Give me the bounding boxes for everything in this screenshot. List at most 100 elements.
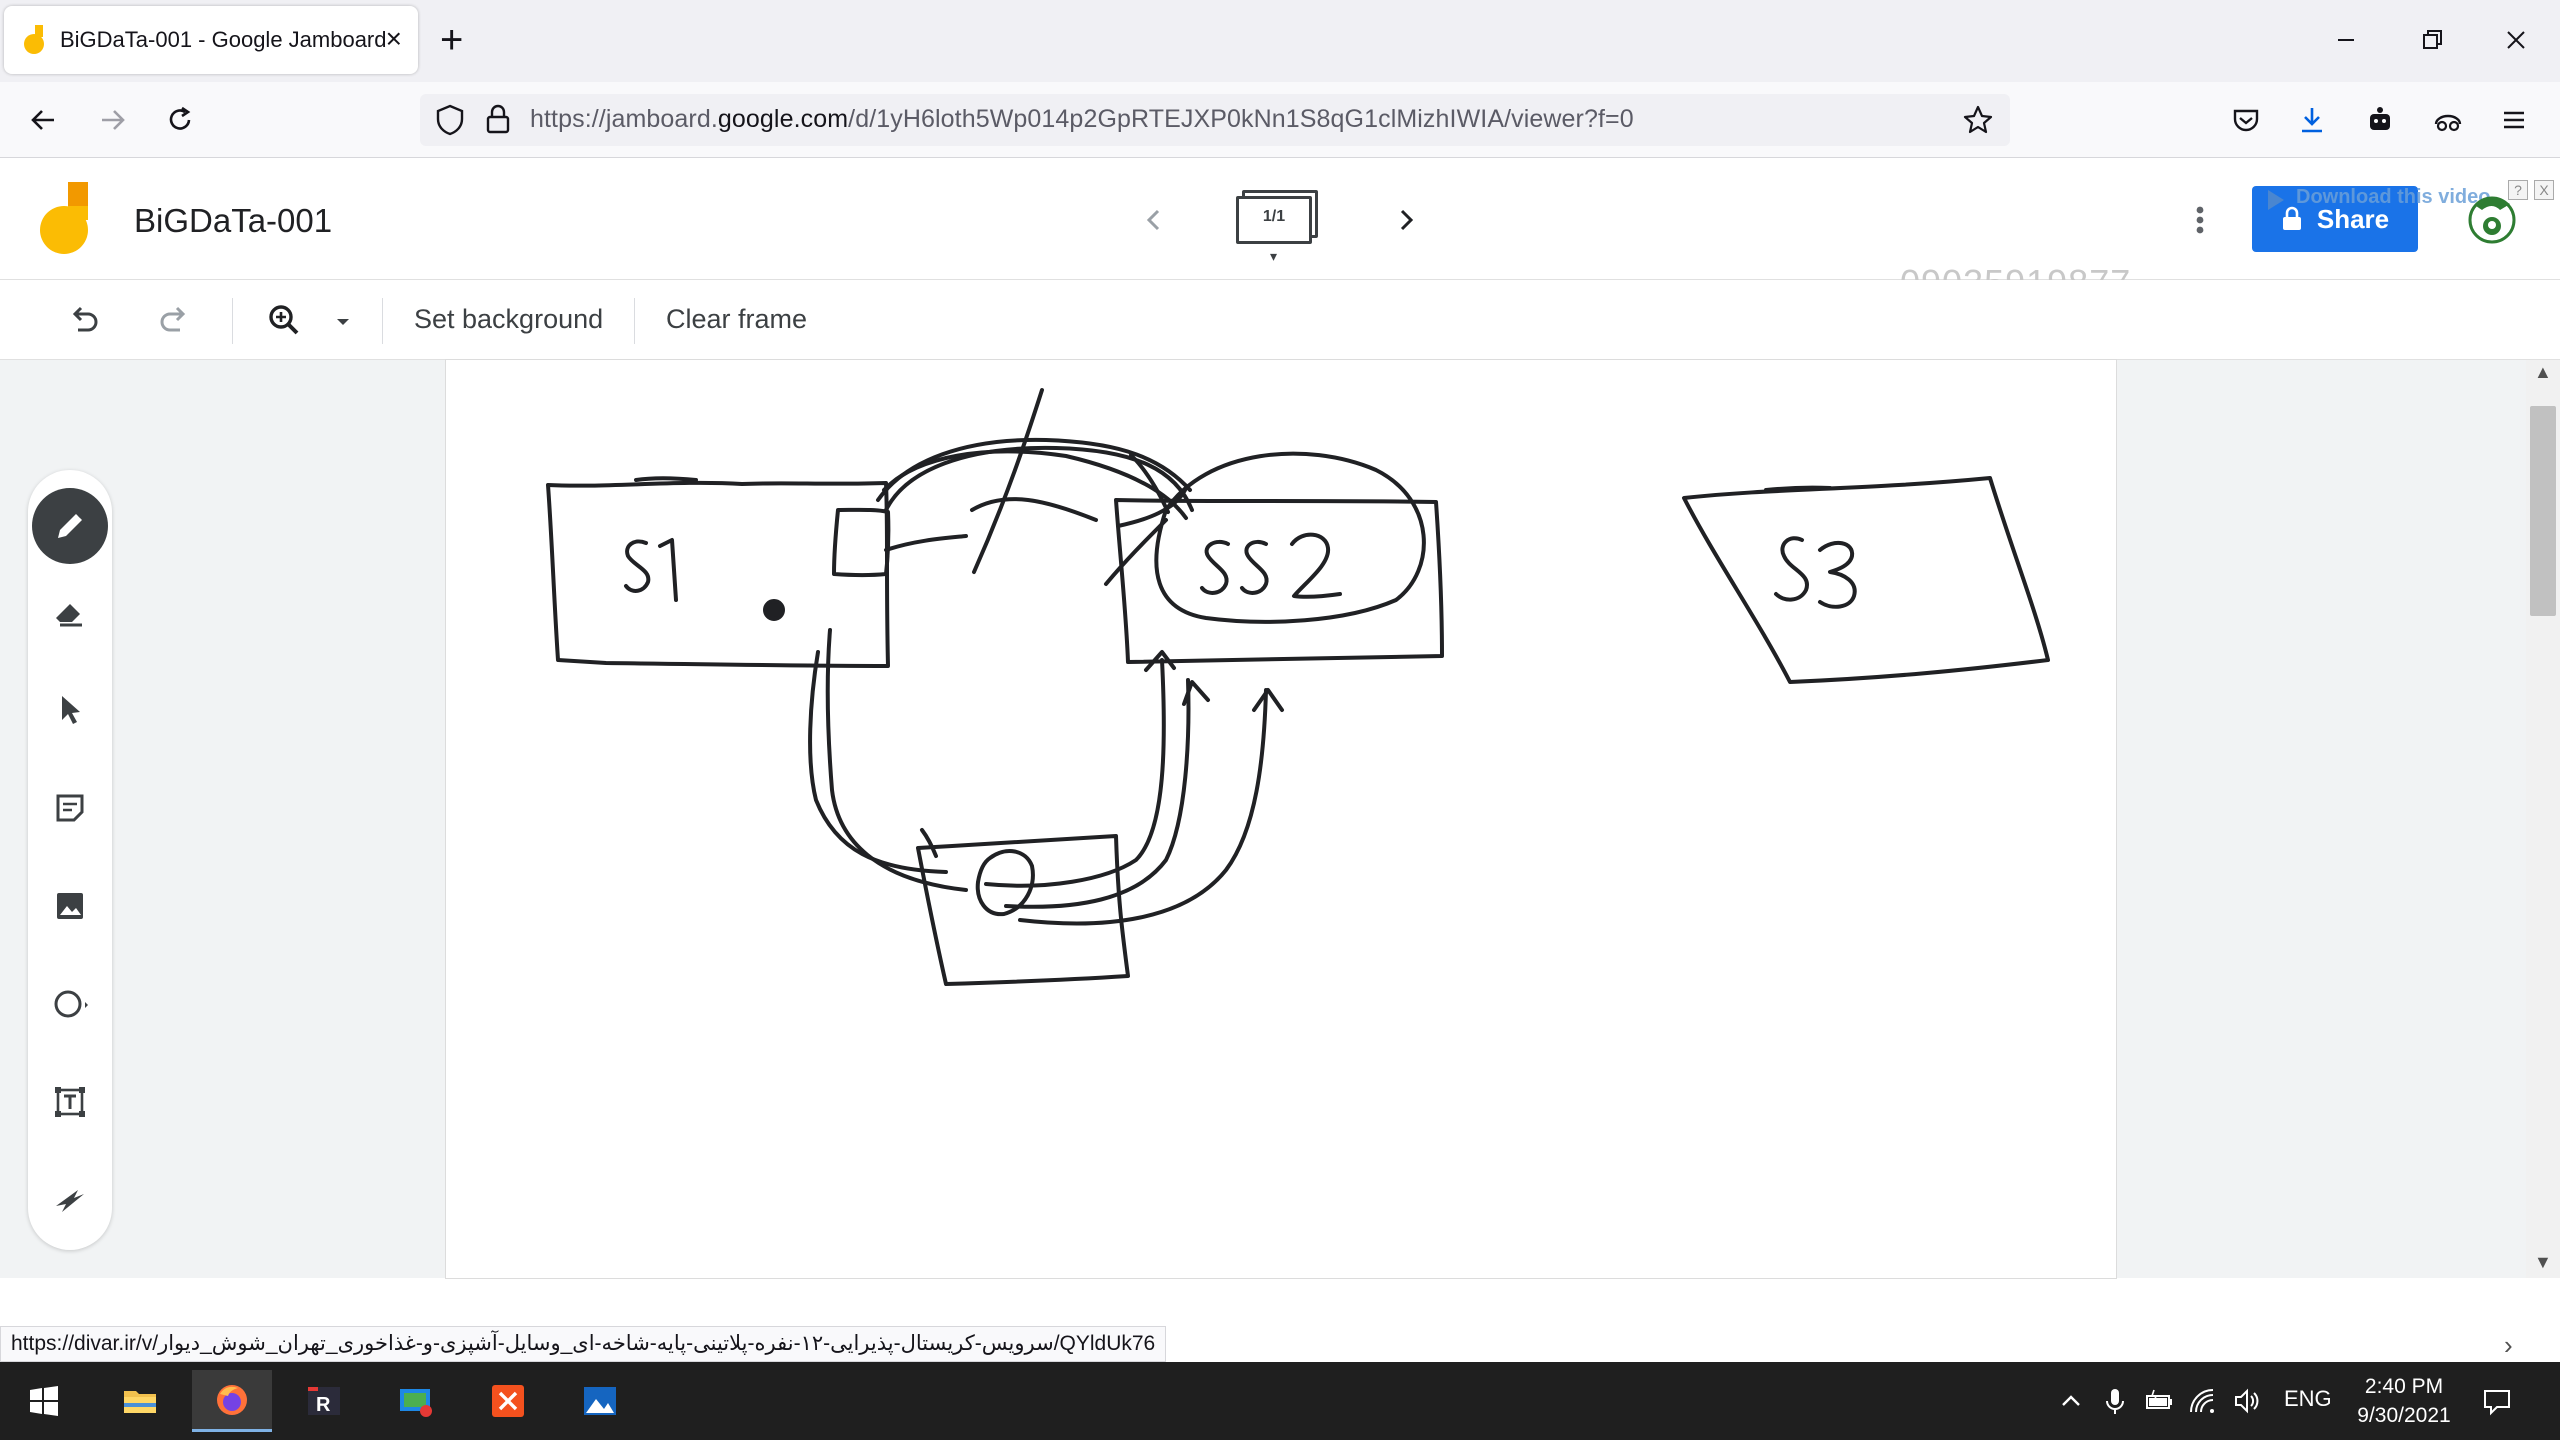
jamboard-header: BiGDaTa-001 1/1 ▾ Share Download this vi… xyxy=(0,158,2560,303)
tray-battery[interactable] xyxy=(2144,1386,2174,1416)
chevron-left-icon[interactable] xyxy=(1134,200,1174,240)
taskbar-app-r[interactable]: R xyxy=(284,1370,364,1432)
account-button[interactable] xyxy=(2428,100,2468,140)
taskbar-app-x[interactable] xyxy=(468,1370,548,1432)
scrollbar-thumb[interactable] xyxy=(2530,406,2556,616)
taskbar-firefox[interactable] xyxy=(192,1370,272,1432)
download-icon xyxy=(2302,108,2322,133)
image-icon xyxy=(57,893,83,919)
windows-logo-icon xyxy=(30,1386,58,1416)
ink-stroke xyxy=(1764,485,1832,492)
ink-drawing xyxy=(546,388,2050,986)
ink-stroke xyxy=(970,497,1098,522)
tray-wifi[interactable] xyxy=(2188,1386,2218,1416)
lock-icon[interactable] xyxy=(482,102,514,138)
sticky-note-tool[interactable] xyxy=(38,776,102,840)
frame-bar-toggle[interactable]: 1/1 ▾ xyxy=(1236,190,1320,264)
minimize-button[interactable] xyxy=(2326,20,2366,60)
redo-icon[interactable] xyxy=(154,300,194,340)
tray-microphone[interactable] xyxy=(2100,1386,2130,1416)
sticky-note-icon xyxy=(56,794,84,822)
toolbar-divider xyxy=(382,298,383,344)
document-title[interactable]: BiGDaTa-001 xyxy=(134,202,332,240)
clear-frame-button[interactable]: Clear frame xyxy=(666,304,807,335)
image-tool[interactable] xyxy=(38,874,102,938)
reload-icon xyxy=(169,106,191,130)
tab-close-button[interactable]: × xyxy=(386,24,402,54)
extension-button[interactable] xyxy=(2360,100,2400,140)
forward-button[interactable] xyxy=(92,100,132,140)
pocket-icon xyxy=(2233,109,2259,132)
browser-tab[interactable]: BiGDaTa-001 - Google Jamboard × xyxy=(4,6,418,74)
tool-rail xyxy=(28,470,112,1250)
address-bar[interactable]: https://jamboard.google.com/d/1yH6loth5W… xyxy=(420,94,2010,146)
pocket-button[interactable] xyxy=(2226,100,2266,140)
frame-count: 1/1 xyxy=(1262,208,1286,225)
scroll-right-icon[interactable]: › xyxy=(2504,1330,2513,1361)
restore-icon xyxy=(2423,30,2442,49)
reload-button[interactable] xyxy=(160,100,200,140)
ink-stroke xyxy=(1290,532,1342,599)
taskbar-app-photos[interactable] xyxy=(560,1370,640,1432)
tray-volume[interactable] xyxy=(2232,1386,2262,1416)
pen-icon xyxy=(58,514,82,538)
ink-stroke xyxy=(1018,688,1268,926)
url-text[interactable]: https://jamboard.google.com/d/1yH6loth5W… xyxy=(530,105,1634,134)
back-button[interactable] xyxy=(24,100,64,140)
start-button[interactable] xyxy=(4,1370,84,1432)
restore-button[interactable] xyxy=(2412,20,2452,60)
jamboard-toolbar: Set background Clear frame xyxy=(0,280,2560,360)
app-menu-button[interactable] xyxy=(2494,100,2534,140)
close-window-button[interactable] xyxy=(2496,20,2536,60)
zoom-dropdown-icon[interactable] xyxy=(328,300,358,340)
taskbar-file-explorer[interactable] xyxy=(100,1370,180,1432)
toolbar-divider xyxy=(232,298,233,344)
scroll-down-icon[interactable]: ▼ xyxy=(2534,1252,2552,1273)
ink-stroke xyxy=(1240,539,1269,595)
laser-icon xyxy=(56,1190,84,1212)
set-background-button[interactable]: Set background xyxy=(414,304,603,335)
ink-stroke xyxy=(832,507,891,578)
browser-tab-strip: BiGDaTa-001 - Google Jamboard × + xyxy=(0,0,2560,82)
shape-tool[interactable] xyxy=(38,972,102,1036)
whiteboard-canvas[interactable] xyxy=(446,360,2116,1278)
volume-icon xyxy=(2235,1388,2259,1414)
downloads-button[interactable] xyxy=(2292,100,2332,140)
ink-box-bottom xyxy=(916,834,1130,986)
zoom-icon[interactable] xyxy=(264,300,304,340)
taskbar-app-screen[interactable] xyxy=(376,1370,456,1432)
eraser-tool[interactable] xyxy=(38,580,102,644)
system-clock[interactable]: 2:40 PM 9/30/2021 xyxy=(2344,1372,2464,1430)
clock-date: 9/30/2021 xyxy=(2357,1404,2451,1427)
folder-icon xyxy=(124,1391,156,1413)
undo-icon[interactable] xyxy=(64,300,104,340)
workspace: ▲ ▼ xyxy=(0,360,2560,1278)
select-tool[interactable] xyxy=(38,678,102,742)
action-center-button[interactable] xyxy=(2482,1386,2512,1416)
url-prefix: https://jamboard. xyxy=(530,105,718,133)
ink-stroke xyxy=(825,628,968,892)
chevron-right-icon[interactable] xyxy=(1386,200,1426,240)
clock-time: 2:40 PM xyxy=(2364,1375,2444,1398)
app-x-icon xyxy=(492,1385,524,1417)
photos-icon xyxy=(584,1387,616,1415)
shape-icon xyxy=(54,990,88,1018)
eraser-icon xyxy=(56,604,82,627)
shield-icon[interactable] xyxy=(432,102,468,138)
text-box-tool[interactable] xyxy=(38,1070,102,1134)
bookmark-star-icon[interactable] xyxy=(1960,102,1996,138)
overlay-close-button[interactable]: X xyxy=(2534,180,2554,200)
laser-tool[interactable] xyxy=(38,1168,102,1232)
tray-expand[interactable] xyxy=(2056,1386,2086,1416)
new-tab-button[interactable]: + xyxy=(440,18,463,62)
pen-tool[interactable] xyxy=(32,488,108,564)
windows-taskbar: R ENG 2:40 PM 9/30/2021 xyxy=(0,1362,2560,1440)
jamboard-logo[interactable] xyxy=(38,182,98,258)
user-avatar[interactable] xyxy=(2460,188,2524,252)
scroll-up-icon[interactable]: ▲ xyxy=(2534,362,2552,383)
input-language[interactable]: ENG xyxy=(2284,1386,2332,1412)
vertical-scrollbar[interactable]: ▲ ▼ xyxy=(2526,360,2560,1278)
more-vert-icon[interactable] xyxy=(2180,200,2220,240)
microphone-icon xyxy=(2106,1389,2124,1414)
link-status-url: https://divar.ir/v/سرویس-کریستال-پذیرایی… xyxy=(0,1326,1167,1362)
